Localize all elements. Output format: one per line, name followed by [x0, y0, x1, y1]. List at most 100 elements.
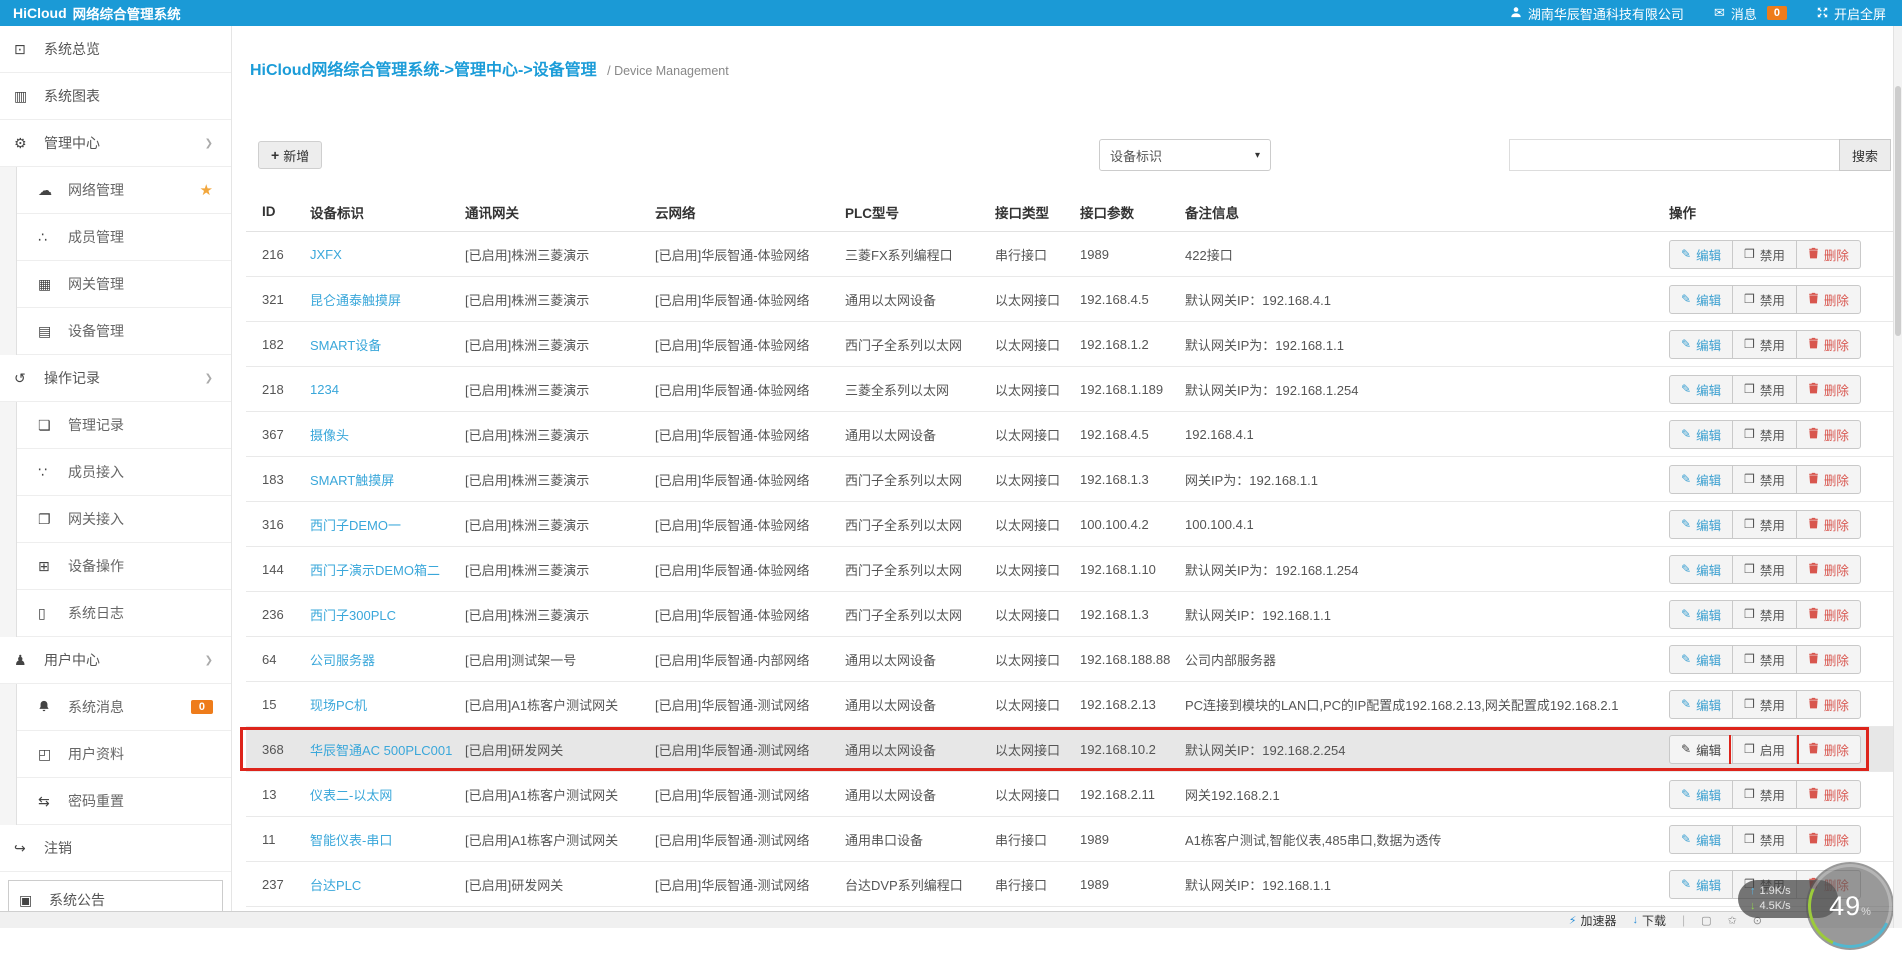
- edit-button[interactable]: ✎ 编辑: [1670, 331, 1732, 358]
- delete-button[interactable]: 删除: [1795, 645, 1860, 673]
- sidebar-item-history[interactable]: ↺ 操作记录 ❯: [0, 355, 231, 402]
- edit-button[interactable]: ✎ 编辑: [1670, 556, 1732, 583]
- disable-button[interactable]: ❒ 禁用: [1732, 645, 1796, 673]
- trash-icon: [1808, 652, 1819, 667]
- device-name-link[interactable]: 智能仪表-串口: [310, 833, 392, 848]
- search-button[interactable]: 搜索: [1839, 139, 1891, 171]
- browser-bar-download[interactable]: ↓ 下载: [1633, 912, 1667, 928]
- delete-button[interactable]: 删除: [1795, 420, 1860, 448]
- edit-button[interactable]: ✎ 编辑: [1670, 286, 1732, 313]
- edit-button[interactable]: ✎ 编辑: [1670, 421, 1732, 448]
- cell-iface-param: 192.168.2.13: [1080, 696, 1156, 712]
- disable-button[interactable]: ❒ 禁用: [1732, 825, 1796, 853]
- edit-button[interactable]: ✎ 编辑: [1670, 466, 1732, 493]
- device-name-link[interactable]: 现场PC机: [310, 698, 367, 713]
- device-name-link[interactable]: 台达PLC: [310, 878, 361, 893]
- scrollbar-thumb[interactable]: [1895, 86, 1901, 336]
- sidebar-item-grid[interactable]: ▦ 网关管理: [0, 261, 231, 308]
- sidebar-item-users[interactable]: ♟ 用户中心 ❯: [0, 637, 231, 684]
- action-label: 删除: [1823, 248, 1849, 263]
- device-name-link[interactable]: JXFX: [310, 247, 342, 262]
- delete-button[interactable]: 删除: [1795, 690, 1860, 718]
- sidebar-item-sitemap[interactable]: ∴ 成员管理: [0, 214, 231, 261]
- delete-button[interactable]: 删除: [1795, 465, 1860, 493]
- edit-button[interactable]: ✎ 编辑: [1670, 781, 1732, 808]
- sidebar-item-share-square[interactable]: ❐ 网关接入: [0, 496, 231, 543]
- disable-button[interactable]: ❒ 禁用: [1732, 420, 1796, 448]
- edit-button[interactable]: ✎ 编辑: [1670, 376, 1732, 403]
- device-name-link[interactable]: 仪表二-以太网: [310, 788, 392, 803]
- delete-button[interactable]: 删除: [1795, 735, 1860, 763]
- disable-button[interactable]: ❒ 禁用: [1732, 465, 1796, 493]
- add-device-button[interactable]: + 新增: [258, 141, 323, 169]
- edit-button[interactable]: ✎ 编辑: [1670, 871, 1732, 898]
- browser-bar-accelerator[interactable]: ⚡ 加速器: [1569, 912, 1617, 928]
- delete-button[interactable]: 删除: [1795, 285, 1860, 313]
- sidebar-item-gears[interactable]: ⚙ 管理中心 ❯: [0, 120, 231, 167]
- enable-button[interactable]: ❒ 启用: [1729, 734, 1799, 764]
- device-name-link[interactable]: 西门子300PLC: [310, 608, 396, 623]
- edit-button[interactable]: ✎ 编辑: [1670, 511, 1732, 538]
- cell-id: 321: [262, 291, 284, 307]
- disable-button[interactable]: ❒ 禁用: [1732, 555, 1796, 583]
- sidebar-item-file-text[interactable]: ❏ 管理记录: [0, 402, 231, 449]
- device-name-link[interactable]: 华辰智通AC 500PLC001: [310, 743, 452, 758]
- device-name-link[interactable]: 西门子DEMO一: [310, 518, 401, 533]
- sidebar-item-monitor[interactable]: ⊡ 系统总览: [0, 26, 231, 73]
- search-input[interactable]: [1509, 139, 1839, 171]
- delete-button[interactable]: 删除: [1795, 780, 1860, 808]
- sidebar-item-file[interactable]: ▯ 系统日志: [0, 590, 231, 637]
- edit-button[interactable]: ✎ 编辑: [1670, 601, 1732, 628]
- disable-button[interactable]: ❒ 禁用: [1732, 375, 1796, 403]
- window-icon[interactable]: ▢: [1701, 914, 1711, 927]
- cell-gateway: [已启用]A1栋客户测试网关: [465, 832, 619, 848]
- edit-button[interactable]: ✎ 编辑: [1670, 736, 1732, 763]
- delete-button[interactable]: 删除: [1795, 825, 1860, 853]
- delete-button[interactable]: 删除: [1795, 600, 1860, 628]
- messages-link[interactable]: ✉ 消息 0: [1714, 4, 1787, 23]
- disable-button[interactable]: ❒ 禁用: [1732, 285, 1796, 313]
- disable-button[interactable]: ❒ 禁用: [1732, 510, 1796, 538]
- cell-cloud: [已启用]华辰智通-体验网络: [655, 427, 810, 443]
- sidebar-item-calendar[interactable]: ▤ 设备管理: [0, 308, 231, 355]
- disable-button[interactable]: ❒ 禁用: [1732, 330, 1796, 358]
- disable-button[interactable]: ❒ 禁用: [1732, 600, 1796, 628]
- edit-button[interactable]: ✎ 编辑: [1670, 241, 1732, 268]
- fullscreen-toggle[interactable]: 开启全屏: [1817, 4, 1886, 23]
- device-name-link[interactable]: 1234: [310, 382, 339, 397]
- sidebar-item-chart[interactable]: ▥ 系统图表: [0, 73, 231, 120]
- action-label: 编辑: [1696, 743, 1722, 758]
- edit-button[interactable]: ✎ 编辑: [1670, 691, 1732, 718]
- device-name-link[interactable]: SMART设备: [310, 338, 381, 353]
- cell-id: 144: [262, 561, 284, 577]
- delete-button[interactable]: 删除: [1795, 375, 1860, 403]
- progress-circle-widget[interactable]: 49 %: [1806, 862, 1894, 950]
- delete-button[interactable]: 删除: [1795, 555, 1860, 583]
- sidebar-item-share[interactable]: ∵ 成员接入: [0, 449, 231, 496]
- sidebar-item-password-reset[interactable]: ⇆ 密码重置: [0, 778, 231, 825]
- delete-button[interactable]: 删除: [1795, 240, 1860, 268]
- company-menu[interactable]: 湖南华辰智通科技有限公司: [1510, 4, 1684, 23]
- device-name-link[interactable]: SMART触摸屏: [310, 473, 394, 488]
- disable-button[interactable]: ❒ 禁用: [1732, 240, 1796, 268]
- sidebar-item-cloud[interactable]: ☁ 网络管理 ★: [0, 167, 231, 214]
- filter-field-select[interactable]: 设备标识 ▾: [1099, 139, 1271, 171]
- device-name-link[interactable]: 公司服务器: [310, 653, 375, 668]
- pencil-icon: ✎: [1681, 427, 1692, 441]
- sidebar-item-label: 密码重置: [68, 793, 124, 809]
- device-name-link[interactable]: 西门子演示DEMO箱二: [310, 563, 440, 578]
- delete-button[interactable]: 删除: [1795, 330, 1860, 358]
- sidebar-item-bell[interactable]: 系统消息 0: [0, 684, 231, 731]
- delete-button[interactable]: 删除: [1795, 510, 1860, 538]
- edit-button[interactable]: ✎ 编辑: [1670, 826, 1732, 853]
- disable-button[interactable]: ❒ 禁用: [1732, 780, 1796, 808]
- sidebar-item-logout[interactable]: ↪ 注销: [0, 825, 231, 872]
- device-name-link[interactable]: 摄像头: [310, 428, 349, 443]
- sidebar-item-plus-square[interactable]: ⊞ 设备操作: [0, 543, 231, 590]
- sidebar-item-cards[interactable]: ◰ 用户资料: [0, 731, 231, 778]
- star-icon[interactable]: ✩: [1728, 914, 1737, 927]
- vertical-scrollbar[interactable]: [1893, 26, 1902, 928]
- device-name-link[interactable]: 昆仑通泰触摸屏: [310, 293, 401, 308]
- edit-button[interactable]: ✎ 编辑: [1670, 646, 1732, 673]
- disable-button[interactable]: ❒ 禁用: [1732, 690, 1796, 718]
